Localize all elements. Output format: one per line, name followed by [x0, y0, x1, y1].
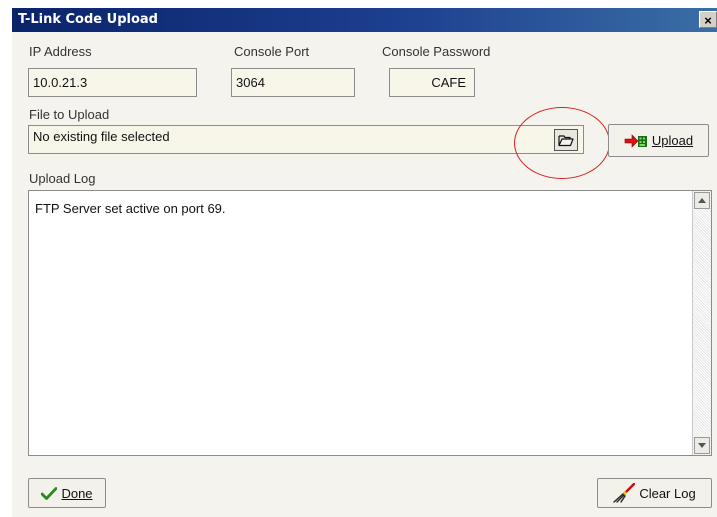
upload-log-area[interactable]: FTP Server set active on port 69.: [28, 190, 712, 456]
browse-button[interactable]: [554, 129, 578, 151]
scroll-up-button[interactable]: [694, 192, 710, 209]
broom-icon: [613, 483, 636, 503]
clear-log-button[interactable]: Clear Log: [597, 478, 712, 508]
file-to-upload-label: File to Upload: [29, 107, 110, 122]
console-password-label: Console Password: [382, 44, 491, 59]
ip-address-field[interactable]: 10.0.21.3: [28, 68, 197, 97]
close-button[interactable]: ×: [699, 11, 717, 28]
upload-log-label: Upload Log: [29, 171, 96, 186]
title-bar[interactable]: T-Link Code Upload ×: [12, 8, 717, 32]
file-path-field[interactable]: No existing file selected: [28, 125, 584, 154]
done-button-label: Done: [61, 485, 93, 501]
ip-address-label: IP Address: [29, 44, 92, 59]
console-port-field[interactable]: 3064: [231, 68, 355, 97]
console-port-label: Console Port: [234, 44, 310, 59]
window-title: T-Link Code Upload: [18, 12, 158, 27]
arrow-down-icon: [698, 443, 706, 448]
done-button[interactable]: Done: [28, 478, 106, 508]
upload-log-text: FTP Server set active on port 69.: [35, 201, 226, 216]
log-scrollbar[interactable]: [692, 191, 711, 455]
upload-dialog: T-Link Code Upload × IP Address 10.0.21.…: [12, 8, 717, 517]
console-password-field[interactable]: CAFE: [389, 68, 475, 97]
upload-button-label: Upload: [651, 133, 694, 148]
upload-arrow-icon: [624, 133, 647, 148]
folder-open-icon: [558, 135, 574, 147]
clear-log-button-label: Clear Log: [639, 485, 696, 501]
arrow-up-icon: [698, 198, 706, 203]
checkmark-icon: [41, 486, 58, 500]
upload-button[interactable]: Upload: [608, 124, 709, 157]
scroll-down-button[interactable]: [694, 437, 710, 454]
